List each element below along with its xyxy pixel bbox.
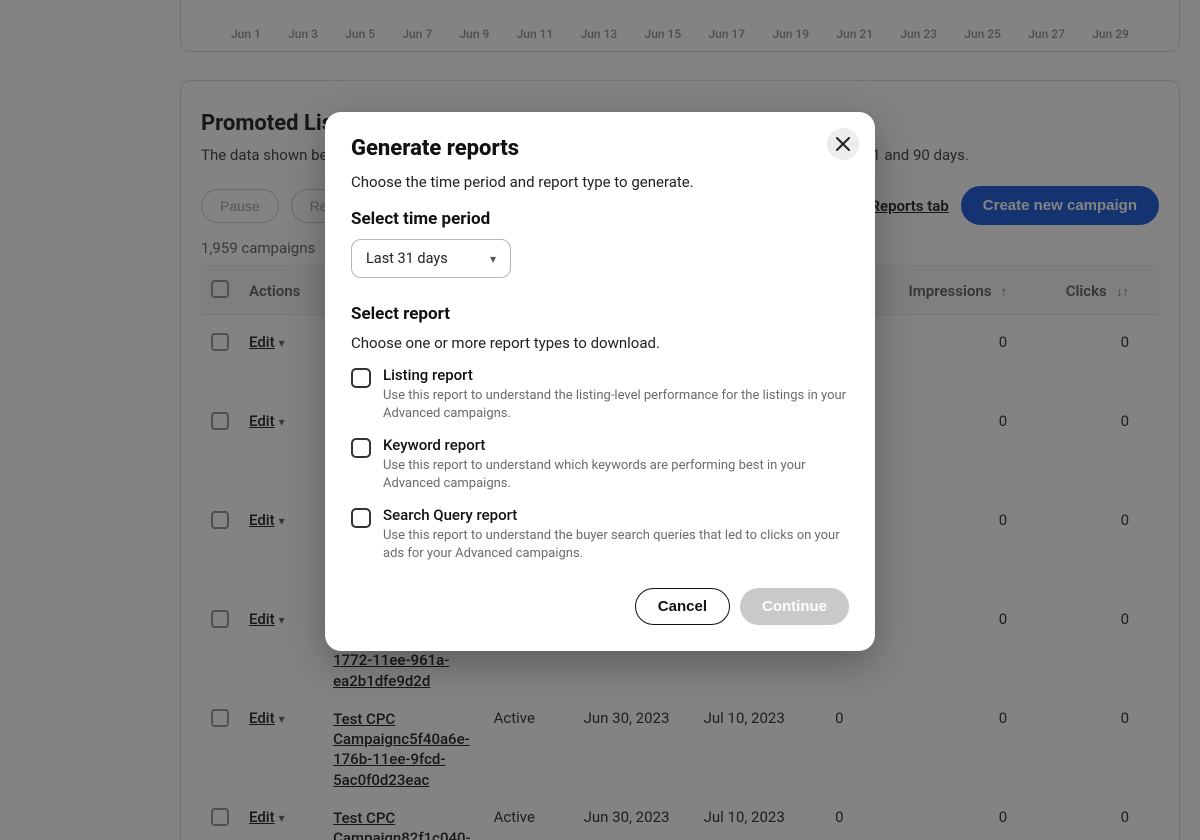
time-period-select[interactable]: Last 31 days ▾	[351, 239, 511, 278]
modal-description: Choose the time period and report type t…	[351, 173, 849, 191]
chevron-down-icon: ▾	[490, 252, 496, 266]
close-icon[interactable]	[827, 128, 859, 160]
report-option-desc: Use this report to understand which keyw…	[383, 457, 849, 492]
report-option-desc: Use this report to understand the buyer …	[383, 527, 849, 562]
report-checkbox[interactable]	[351, 508, 371, 528]
select-report-desc: Choose one or more report types to downl…	[351, 334, 849, 352]
generate-reports-modal: Generate reports Choose the time period …	[325, 112, 875, 651]
continue-button[interactable]: Continue	[740, 588, 849, 625]
select-report-heading: Select report	[351, 304, 849, 324]
report-option-title: Search Query report	[383, 506, 849, 524]
report-option: Listing report Use this report to underst…	[351, 366, 849, 422]
report-option: Keyword report Use this report to underst…	[351, 436, 849, 492]
cancel-button[interactable]: Cancel	[635, 588, 730, 625]
modal-overlay[interactable]: Generate reports Choose the time period …	[0, 0, 1200, 840]
report-checkbox[interactable]	[351, 368, 371, 388]
modal-title: Generate reports	[351, 136, 849, 161]
report-option-title: Listing report	[383, 366, 849, 384]
report-option-desc: Use this report to understand the listin…	[383, 387, 849, 422]
report-option-title: Keyword report	[383, 436, 849, 454]
time-period-heading: Select time period	[351, 209, 849, 229]
time-period-value: Last 31 days	[366, 250, 448, 267]
report-checkbox[interactable]	[351, 438, 371, 458]
report-option: Search Query report Use this report to un…	[351, 506, 849, 562]
modal-footer: Cancel Continue	[351, 588, 849, 625]
